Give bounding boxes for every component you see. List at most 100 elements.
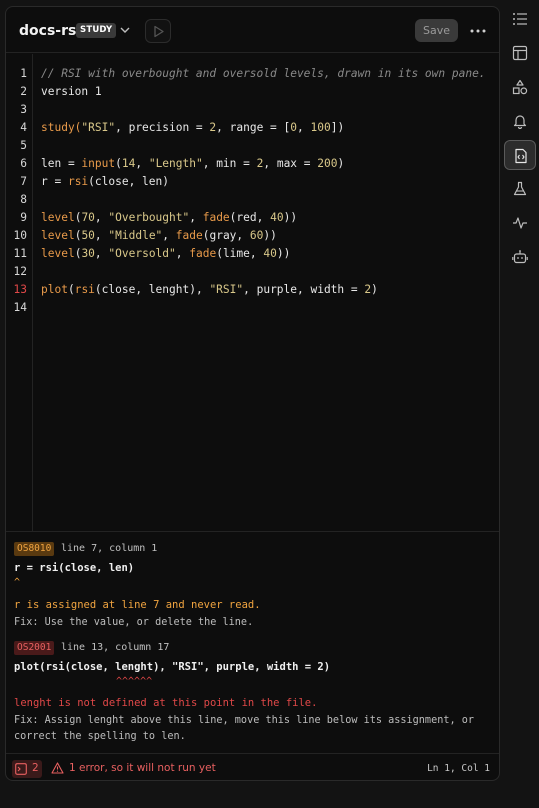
code-token: ))	[276, 247, 291, 260]
line-number: 11	[13, 247, 27, 260]
strategy-tester-button[interactable]	[504, 174, 536, 204]
code-token: )	[337, 157, 345, 170]
performance-button[interactable]	[504, 208, 536, 238]
run-button[interactable]	[145, 19, 171, 43]
diagnostic-code-badge[interactable]: OS2001	[14, 641, 55, 655]
code-token: fade	[189, 247, 217, 260]
code-token: 0	[290, 121, 297, 134]
code-token: 14	[121, 157, 136, 170]
code-token: level	[41, 247, 75, 260]
code-token: (	[67, 283, 75, 296]
code-token: ,	[94, 211, 109, 224]
robot-icon	[512, 250, 528, 264]
line-number: 4	[20, 121, 27, 134]
code-token: 60	[249, 229, 264, 242]
script-name[interactable]: docs-rsi	[19, 23, 81, 39]
watchlist-button[interactable]	[504, 4, 536, 34]
code-token: len =	[41, 157, 82, 170]
code-token: 30	[81, 247, 95, 260]
code-token: r =	[41, 175, 68, 188]
code-token: "RSI"	[209, 283, 244, 296]
line-number: 14	[13, 301, 27, 314]
code-token: ))	[263, 229, 277, 242]
code-token: , precision =	[115, 121, 210, 134]
code-token: "Overbought"	[108, 211, 190, 224]
diagnostic-fix: Fix: Assign lenght above this line, move…	[14, 715, 475, 742]
assistant-button[interactable]	[504, 242, 536, 272]
status-message: 1 error, so it will not run yet	[69, 762, 216, 774]
code-token: ,	[94, 247, 109, 260]
line-number: 9	[20, 211, 27, 224]
code-token: ,	[162, 229, 176, 242]
line-number: 5	[20, 139, 27, 152]
code-token: rsi	[74, 283, 95, 296]
code-line: level(30, "Oversold", fade(lime, 40))	[41, 247, 290, 260]
code-token: (lime,	[216, 247, 264, 260]
code-token: 40	[263, 247, 277, 260]
line-number: 10	[13, 229, 27, 242]
cursor-position[interactable]: Ln 1, Col 1	[427, 763, 490, 774]
diagnostic-location[interactable]: line 13, column 17	[61, 642, 169, 653]
more-options-icon[interactable]	[468, 21, 488, 41]
data-window-button[interactable]	[504, 38, 536, 68]
save-button[interactable]: Save	[415, 19, 458, 42]
script-editor-button[interactable]	[504, 140, 536, 170]
flask-icon	[513, 181, 527, 196]
line-number-gutter: 1 2 3 4 5 6 7 8 9 10 11 12 13 14	[6, 54, 33, 531]
code-token: "Oversold"	[108, 247, 176, 260]
code-token: ,	[189, 211, 203, 224]
diagnostic-message: r is assigned at line 7 and never read.	[14, 599, 261, 611]
code-token: fade	[175, 229, 203, 242]
shapes-icon	[512, 79, 528, 95]
line-number-error: 13	[13, 283, 27, 296]
diagnostic-source-line: plot(rsi(close, lenght), "RSI", purple, …	[14, 661, 331, 673]
code-token: , purple, width =	[243, 283, 365, 296]
drawing-objects-button[interactable]	[504, 72, 536, 102]
problems-toggle-button[interactable]: 2	[12, 760, 42, 778]
pulse-icon	[513, 217, 527, 229]
code-token: level	[41, 229, 75, 242]
code-token: 100	[310, 121, 331, 134]
table-icon	[512, 45, 528, 61]
line-number: 12	[13, 265, 27, 278]
code-token: (close, len)	[88, 175, 169, 188]
code-token: ])	[330, 121, 345, 134]
line-number: 8	[20, 193, 27, 206]
code-comment: // RSI with overbought and oversold leve…	[41, 67, 486, 80]
editor-header: docs-rsi STUDY Save	[6, 7, 499, 53]
code-line: r = rsi(close, len)	[41, 175, 169, 188]
code-token: )	[371, 283, 378, 296]
play-icon	[154, 25, 164, 38]
code-editor[interactable]: 1 2 3 4 5 6 7 8 9 10 11 12 13 14 // RSI …	[6, 54, 499, 531]
problem-count: 2	[32, 762, 39, 774]
diagnostic-code-badge[interactable]: OS8010	[14, 542, 55, 556]
code-token: (	[115, 157, 122, 170]
code-token: study(	[41, 121, 82, 134]
code-token: input	[81, 157, 116, 170]
code-line: plot(rsi(close, lenght), "RSI", purple, …	[41, 283, 378, 296]
line-number: 1	[20, 67, 27, 80]
code-token: rsi	[67, 175, 89, 188]
line-number: 6	[20, 157, 27, 170]
code-token: 50	[81, 229, 95, 242]
code-line: len = input(14, "Length", min = 2, max =…	[41, 157, 344, 170]
code-token: plot	[41, 283, 68, 296]
code-token: 200	[317, 157, 338, 170]
code-token: , max =	[263, 157, 318, 170]
code-token: ,	[297, 121, 311, 134]
problems-panel: OS8010 line 7, column 1 r = rsi(close, l…	[6, 531, 499, 753]
code-token: "Middle"	[108, 229, 163, 242]
code-token: level	[41, 211, 75, 224]
chevron-down-icon[interactable]	[119, 24, 131, 36]
code-token: ))	[283, 211, 298, 224]
list-icon	[513, 13, 527, 25]
code-token: ,	[175, 247, 190, 260]
status-bar: 2 1 error, so it will not run yet Ln 1, …	[6, 753, 499, 780]
diagnostic-location[interactable]: line 7, column 1	[61, 543, 157, 554]
alerts-button[interactable]	[504, 106, 536, 136]
code-line: study("RSI", precision = 2, range = [0, …	[41, 121, 344, 134]
code-token: 40	[270, 211, 284, 224]
right-sidebar-rail	[502, 0, 539, 808]
code-token: ,	[135, 157, 149, 170]
line-number: 7	[20, 175, 27, 188]
